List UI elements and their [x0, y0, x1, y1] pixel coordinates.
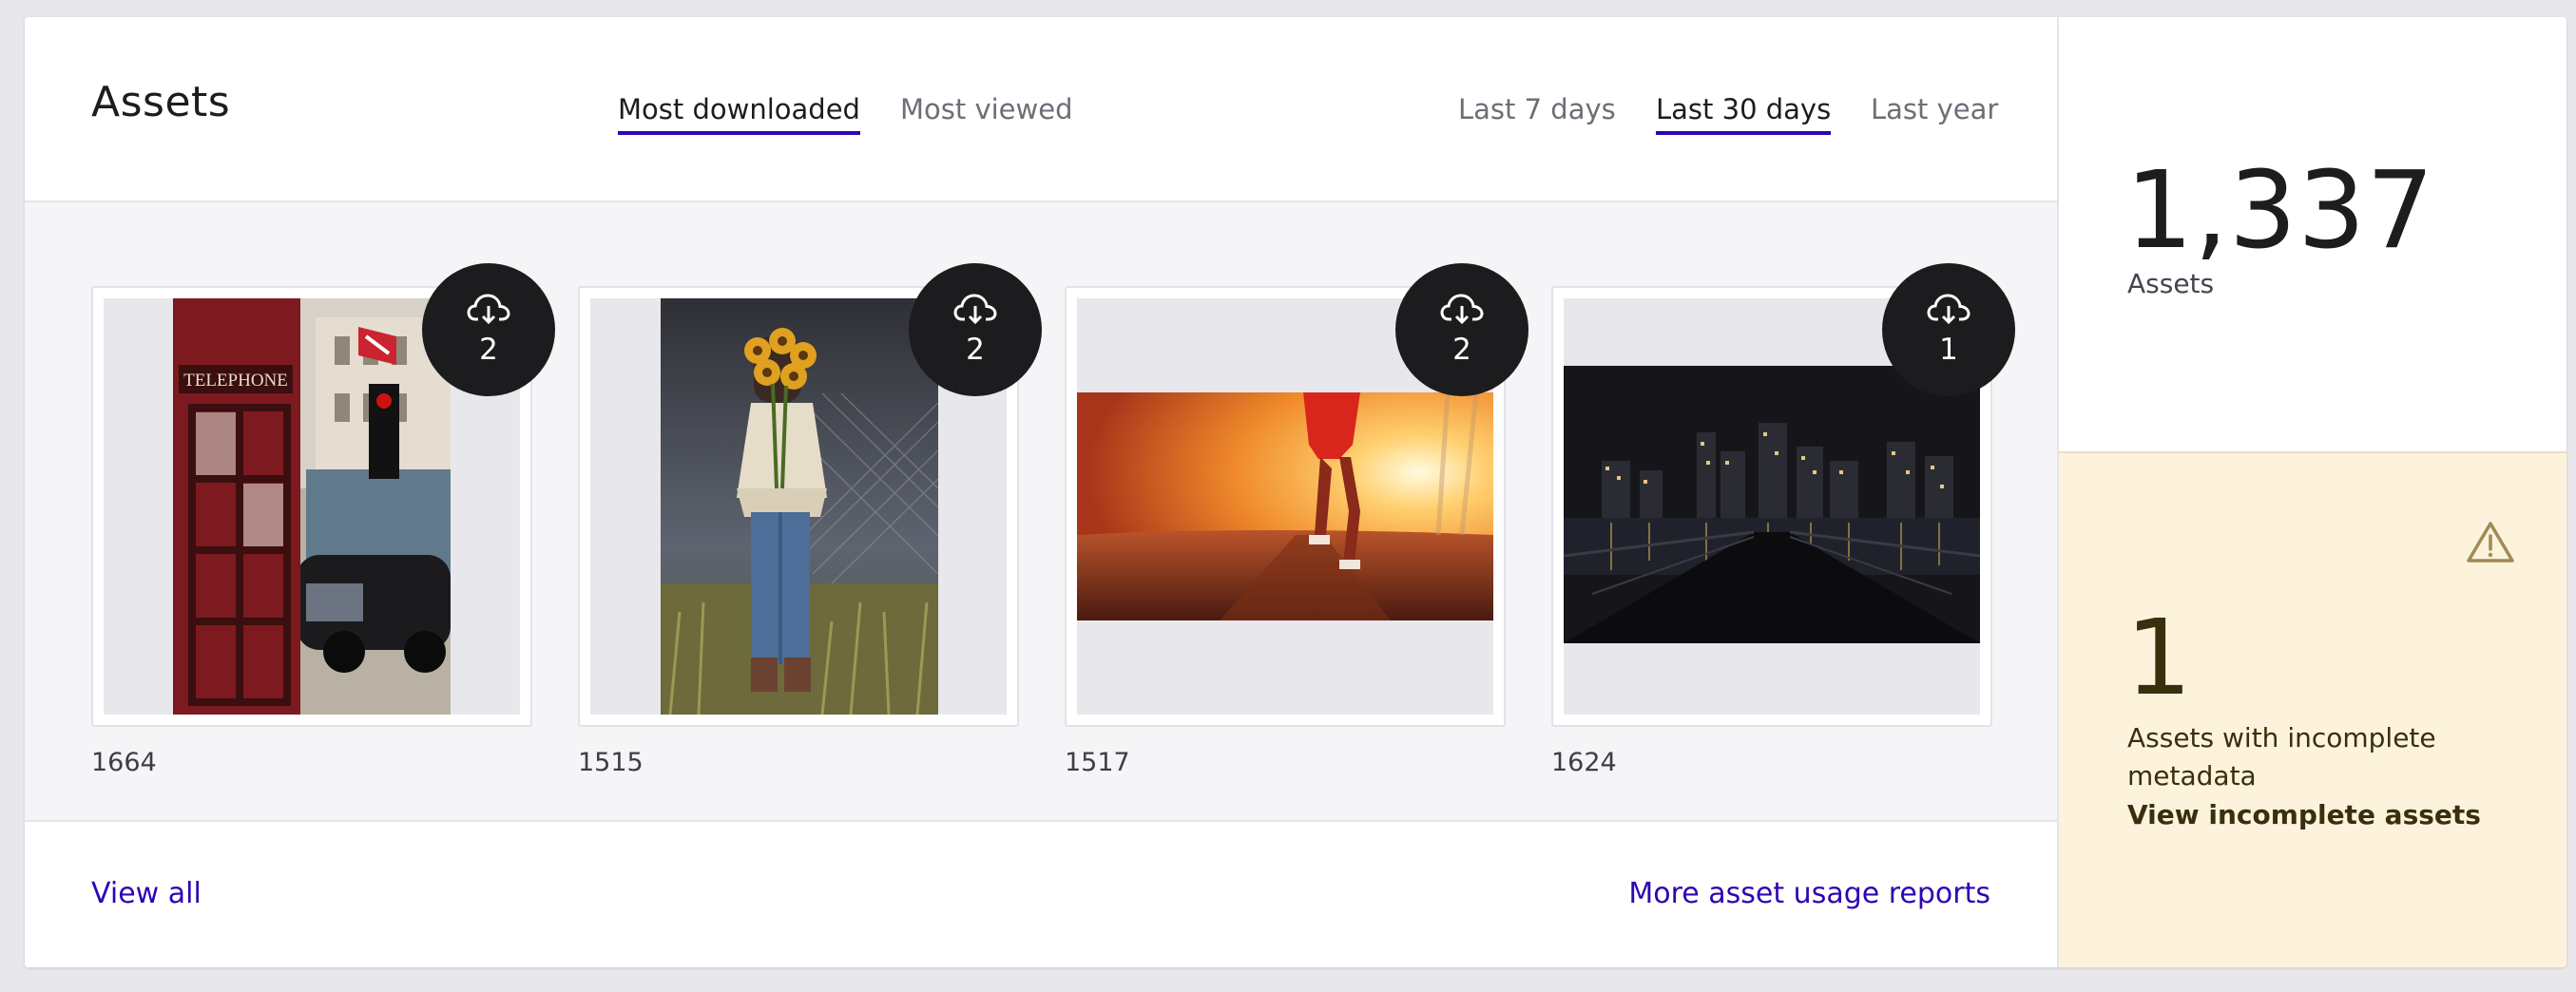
asset-thumbnail[interactable]: 2: [1065, 263, 1528, 727]
assets-panel: Assets Most downloaded Most viewed Last …: [25, 17, 2057, 967]
more-asset-usage-reports-link[interactable]: More asset usage reports: [1628, 877, 1990, 910]
asset-id-label: 1664: [91, 748, 157, 777]
view-all-link[interactable]: View all: [91, 877, 202, 910]
cloud-download-icon: [953, 294, 997, 325]
assets-card: Assets Most downloaded Most viewed Last …: [25, 17, 2566, 967]
incomplete-assets-count: 1: [2125, 597, 2192, 718]
asset-card[interactable]: 1 1624: [1551, 263, 2015, 777]
svg-text:TELEPHONE: TELEPHONE: [183, 371, 288, 391]
asset-image-city-skyline: [1564, 366, 1980, 643]
incomplete-assets-label: Assets with incomplete metadata: [2127, 722, 2436, 792]
asset-thumbnail[interactable]: 1: [1551, 263, 2015, 727]
tab-last-30-days[interactable]: Last 30 days: [1656, 93, 1832, 135]
download-count: 1: [1939, 333, 1958, 367]
total-assets-count: 1,337: [2125, 149, 2435, 273]
tab-last-7-days[interactable]: Last 7 days: [1458, 93, 1616, 125]
asset-card[interactable]: 2 1517: [1065, 263, 1528, 777]
asset-image-runner: [1077, 392, 1493, 620]
download-count: 2: [966, 333, 985, 367]
total-assets-panel: 1,337 Assets: [2057, 17, 2566, 453]
download-count-badge: 1: [1882, 263, 2015, 396]
download-count-badge: 2: [422, 263, 555, 396]
total-assets-label: Assets: [2127, 268, 2215, 299]
asset-card[interactable]: 2 1515: [578, 263, 1042, 777]
tab-most-downloaded[interactable]: Most downloaded: [618, 93, 860, 135]
asset-thumbnail[interactable]: TELEPHONE 2: [91, 263, 555, 727]
page-title: Assets: [91, 78, 231, 126]
asset-id-label: 1517: [1065, 748, 1130, 777]
tab-most-viewed[interactable]: Most viewed: [900, 93, 1073, 125]
download-count: 2: [1452, 333, 1471, 367]
asset-image-telephone-box: TELEPHONE: [173, 298, 451, 715]
download-count-badge: 2: [1395, 263, 1528, 396]
cloud-download-icon: [467, 294, 510, 325]
download-count-badge: 2: [909, 263, 1042, 396]
panel-header: Assets Most downloaded Most viewed Last …: [25, 17, 2057, 202]
view-incomplete-assets-link[interactable]: View incomplete assets: [2127, 799, 2481, 830]
tab-last-year[interactable]: Last year: [1871, 93, 1998, 125]
asset-card[interactable]: TELEPHONE 2 1664: [91, 263, 555, 777]
asset-grid: TELEPHONE 2 1664 2 1515 2 1517 1 1624: [25, 202, 2057, 822]
warning-triangle-icon: [2467, 522, 2514, 563]
asset-id-label: 1515: [578, 748, 644, 777]
cloud-download-icon: [1440, 294, 1484, 325]
cloud-download-icon: [1927, 294, 1970, 325]
asset-thumbnail[interactable]: 2: [578, 263, 1042, 727]
download-count: 2: [479, 333, 498, 367]
asset-image-sunflowers: [661, 298, 938, 715]
asset-id-label: 1624: [1551, 748, 1617, 777]
incomplete-metadata-panel: 1 Assets with incomplete metadata View i…: [2057, 453, 2566, 967]
